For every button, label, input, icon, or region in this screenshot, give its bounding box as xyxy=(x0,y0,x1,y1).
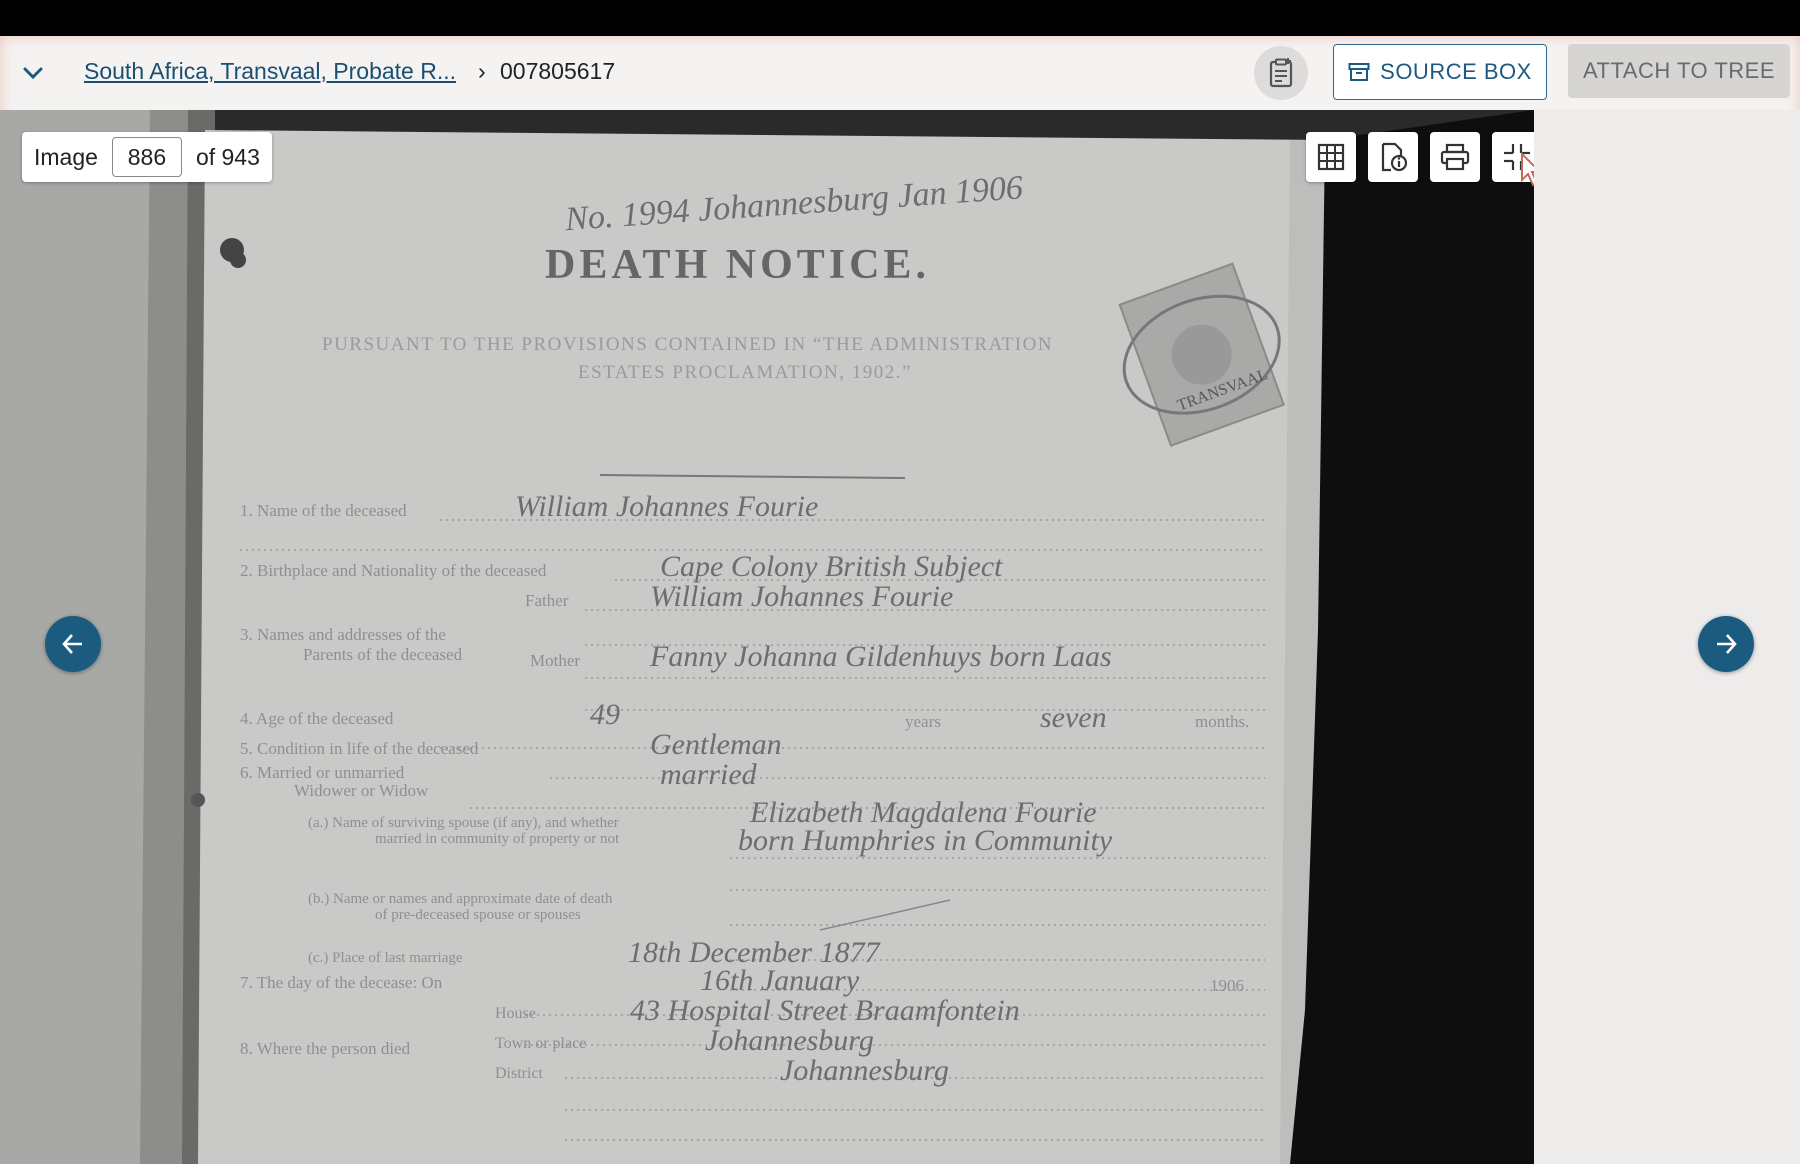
image-counter: Image of 943 xyxy=(22,132,272,182)
field-label: 7. The day of the decease: On xyxy=(240,973,443,992)
field-label: of pre-deceased spouse or spouses xyxy=(375,907,581,923)
image-number-input[interactable] xyxy=(111,137,182,177)
field-label: 1906 xyxy=(1210,976,1244,995)
notes-button[interactable] xyxy=(1254,46,1308,100)
field-label: years xyxy=(905,712,941,731)
handwritten-value: Johannesburg xyxy=(705,1024,874,1057)
grid-icon xyxy=(1317,143,1345,171)
field-label: Mother xyxy=(530,651,580,670)
field-label: 3. Names and addresses of the xyxy=(240,625,446,644)
top-black-strip xyxy=(0,0,1800,36)
breadcrumb-separator: › xyxy=(478,58,486,84)
attach-to-tree-label: ATTACH TO TREE xyxy=(1583,58,1775,83)
field-label: (a.) Name of surviving spouse (if any), … xyxy=(308,815,619,831)
clipboard-note-icon xyxy=(1269,58,1293,88)
field-label: married in community of property or not xyxy=(375,831,620,847)
source-box-label: SOURCE BOX xyxy=(1380,59,1532,84)
attach-to-tree-button[interactable]: ATTACH TO TREE xyxy=(1568,44,1790,98)
handwritten-value: Cape Colony British Subject xyxy=(660,550,1003,583)
document-title: DEATH NOTICE. xyxy=(545,242,930,288)
image-total: of 943 xyxy=(195,143,260,170)
source-box-button[interactable]: SOURCE BOX xyxy=(1333,44,1547,100)
field-label: (c.) Place of last marriage xyxy=(308,950,463,966)
record-viewer-frame: South Africa, Transvaal, Probate R... › … xyxy=(0,36,1800,1164)
field-label: 6. Married or unmarried xyxy=(240,763,405,782)
field-label: House xyxy=(495,1005,536,1022)
archive-box-icon xyxy=(1348,63,1370,81)
field-label: 1. Name of the deceased xyxy=(240,501,407,520)
handwritten-value: William Johannes Fourie xyxy=(515,490,818,523)
print-button[interactable] xyxy=(1430,132,1480,182)
next-image-button[interactable] xyxy=(1698,616,1754,672)
arrow-left-icon xyxy=(62,634,82,654)
field-label: months. xyxy=(1195,712,1249,731)
handwritten-value: 49 xyxy=(590,698,620,731)
grid-view-button[interactable] xyxy=(1306,132,1356,182)
document-info-icon xyxy=(1381,142,1408,172)
field-label: 5. Condition in life of the deceased xyxy=(240,739,479,758)
arrow-right-icon xyxy=(1717,634,1737,654)
previous-image-button[interactable] xyxy=(45,616,101,672)
breadcrumb-film-number: 007805617 xyxy=(500,58,616,84)
collapse-chevron-button[interactable] xyxy=(18,58,48,88)
viewer-header: South Africa, Transvaal, Probate R... › … xyxy=(0,36,1800,108)
printer-icon xyxy=(1440,143,1470,171)
handwritten-value: married xyxy=(660,758,758,791)
handwritten-value: Johannesburg xyxy=(780,1054,949,1087)
breadcrumb-collection-link[interactable]: South Africa, Transvaal, Probate R... xyxy=(84,58,456,85)
mouse-cursor-icon xyxy=(1521,152,1534,187)
image-info-button[interactable] xyxy=(1368,132,1418,182)
image-viewer[interactable]: No. 1994 Johannesburg Jan 1906 DEATH NOT… xyxy=(0,110,1534,1164)
chevron-down-icon xyxy=(23,67,43,80)
image-label: Image xyxy=(34,143,98,170)
field-label: District xyxy=(495,1065,544,1082)
field-label: Parents of the deceased xyxy=(303,645,463,664)
document-subtitle-1: PURSUANT TO THE PROVISIONS CONTAINED IN … xyxy=(322,334,1053,355)
handwritten-value: William Johannes Fourie xyxy=(650,580,953,613)
right-side-panel xyxy=(1534,110,1800,1164)
field-label: (b.) Name or names and approximate date … xyxy=(308,891,613,907)
document-image: No. 1994 Johannesburg Jan 1906 DEATH NOT… xyxy=(0,110,1534,1164)
field-label: Widower or Widow xyxy=(294,781,429,800)
field-label: 4. Age of the deceased xyxy=(240,709,394,728)
field-label: 8. Where the person died xyxy=(240,1039,411,1058)
document-subtitle-2: ESTATES PROCLAMATION, 1902.” xyxy=(578,362,912,383)
field-label: Father xyxy=(525,591,569,610)
handwritten-value: Fanny Johanna Gildenhuys born Laas xyxy=(649,640,1112,673)
handwritten-value: Gentleman xyxy=(650,728,782,761)
handwritten-value: 16th January xyxy=(700,964,860,997)
field-label: 2. Birthplace and Nationality of the dec… xyxy=(240,561,547,580)
field-label: Town or place xyxy=(495,1035,586,1052)
handwritten-value: 43 Hospital Street Braamfontein xyxy=(630,994,1020,1027)
fit-to-screen-button[interactable] xyxy=(1492,132,1534,187)
handwritten-value: born Humphries in Community xyxy=(738,824,1113,857)
handwritten-value: seven xyxy=(1040,701,1107,734)
